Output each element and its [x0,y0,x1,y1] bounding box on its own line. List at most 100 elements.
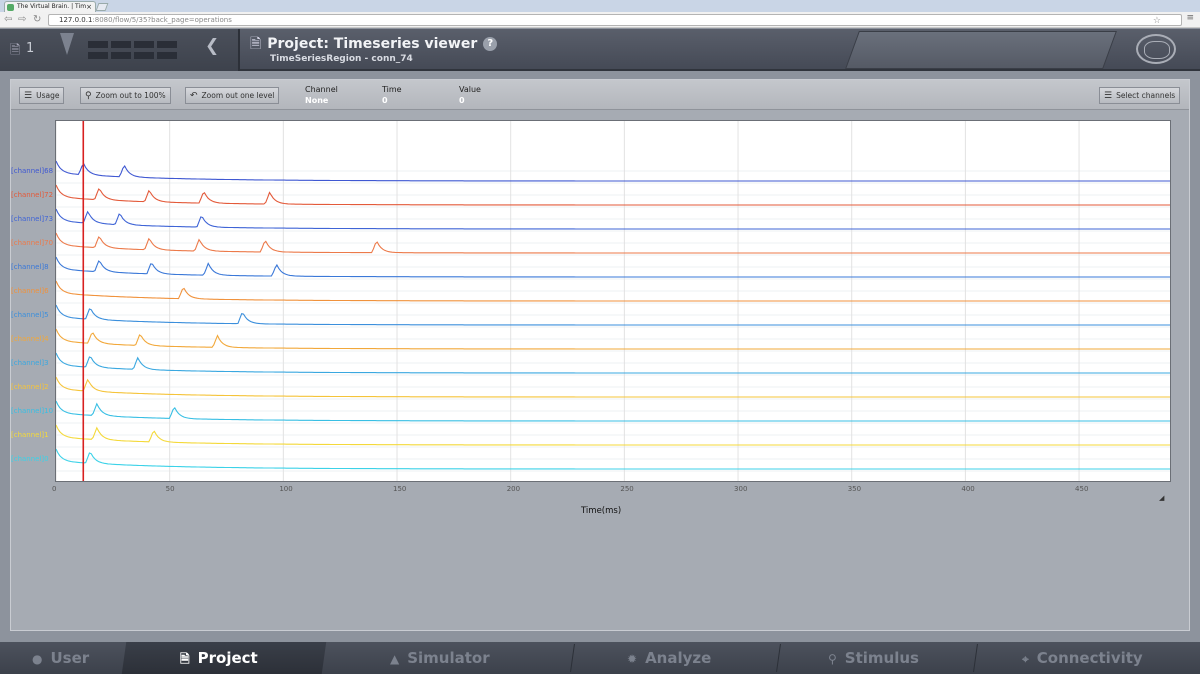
channel-label: [channel]70 [11,239,54,247]
brain-logo-icon[interactable] [1136,34,1176,64]
zoom-icon: ⚲ [85,91,92,101]
channel-label: [channel]6 [11,287,49,295]
connectivity-icon: ⌖ [1022,652,1029,666]
dropdown-indicator-icon[interactable] [60,33,74,55]
nav-user[interactable]: ● User [32,642,89,674]
time-info: Time 0 [382,85,402,105]
app-header: 🗎 1 ❮ 🗎 Project: Timeseries viewer? TimeS… [0,29,1200,71]
usage-label: Usage [36,91,60,100]
browser-tab[interactable]: The Virtual Brain. | Tim × [4,1,96,12]
help-icon[interactable]: ? [483,37,498,51]
browser-nav-bar: ⇦ ⇨ ↻ 127.0.0.1:8080/flow/5/35?back_page… [0,12,1200,28]
nav-user-label: User [50,649,90,667]
channel-label: [channel]72 [11,191,54,199]
nav-connectivity-label: Connectivity [1036,649,1143,667]
nav-connectivity[interactable]: ⌖ Connectivity [1022,642,1143,674]
project-count: 1 [26,41,35,56]
time-title: Time [382,85,402,94]
select-channels-button[interactable]: ☰ Select channels [1099,87,1181,104]
viewer-toolbar: ☰ Usage ⚲ Zoom out to 100% ↶ Zoom out one l… [11,80,1189,110]
header-panel [845,31,1117,69]
usage-button[interactable]: ☰ Usage [19,87,65,104]
channel-label: [channel]3 [11,359,49,367]
browser-menu-icon[interactable]: ≡ [1186,13,1194,23]
nav-divider [776,644,781,672]
channel-label: [channel]68 [11,167,54,175]
channel-label: [channel]10 [11,407,54,415]
resize-handle-icon[interactable]: ◢ [1159,494,1164,502]
project-grid-icon[interactable] [88,41,180,59]
gear-icon: ✹ [627,652,638,666]
select-channels-label: Select channels [1116,91,1176,100]
x-tick-label: 150 [393,485,407,493]
x-tick-label: 200 [506,485,521,493]
list-icon: ☰ [1104,91,1113,101]
document-icon: 🗎 [10,43,21,58]
channel-info: Channel None [305,85,338,105]
page-doc-icon: 🗎 [250,36,262,52]
nav-project[interactable]: 🗎 Project [180,642,258,674]
timeseries-svg[interactable] [55,121,1170,481]
tab-close-icon[interactable]: × [86,2,92,12]
url-path: :8080/flow/5/35?back_page=operations [92,16,232,24]
address-bar[interactable]: 127.0.0.1:8080/flow/5/35?back_page=opera… [48,14,1182,26]
nav-simulator[interactable]: ▲ Simulator [390,642,490,674]
nav-project-label: Project [197,649,258,667]
nav-analyze-label: Analyze [645,649,712,667]
forward-arrow-icon[interactable]: ⇨ [18,14,26,26]
nav-stimulus-label: Stimulus [844,649,919,667]
document-icon: 🗎 [180,652,190,666]
channel-label: [channel]0 [11,455,49,463]
x-axis-title: Time(ms) [581,506,622,516]
value-value: 0 [459,96,465,105]
nav-divider [973,644,978,672]
x-tick-label: 50 [165,485,175,493]
timeseries-plot[interactable] [55,120,1171,482]
nav-stimulus[interactable]: ⚲ Stimulus [828,642,919,674]
channel-label: [channel]1 [11,431,49,439]
flask-icon: ▲ [390,652,400,666]
x-tick-label: 250 [620,485,634,493]
nav-analyze[interactable]: ✹ Analyze [627,642,711,674]
bottom-nav: ● User 🗎 Project ▲ Simulator ✹ Analyze ⚲ Stim… [0,642,1200,674]
project-switcher: 🗎 1 ❮ [0,29,240,71]
x-tick-label: 350 [847,485,862,493]
x-tick-label: 300 [734,485,748,493]
viewer-panel: ☰ Usage ⚲ Zoom out to 100% ↶ Zoom out one l… [10,79,1190,631]
page-title-text: Project: Timeseries viewer [267,36,478,52]
channel-label: [channel]5 [11,311,49,319]
channel-label: [channel]8 [11,263,49,271]
value-title: Value [459,85,481,94]
browser-tab-title: The Virtual Brain. | Tim [17,3,87,10]
back-arrow-icon[interactable]: ❮ [205,36,219,56]
x-tick-label: 100 [279,485,293,493]
undo-icon: ↶ [190,91,198,101]
user-icon: ● [32,652,43,666]
url-host: 127.0.0.1 [59,16,93,24]
time-value: 0 [382,96,388,105]
favicon-icon [7,4,14,11]
x-tick-label: 450 [1075,485,1089,493]
list-icon: ☰ [24,91,33,101]
location-pin-icon: ⚲ [828,652,837,666]
zoom-out-100-label: Zoom out to 100% [95,91,166,100]
x-tick-label: 400 [961,485,975,493]
reload-icon[interactable]: ↻ [33,14,41,26]
nav-divider [570,644,575,672]
new-tab-button[interactable] [95,3,109,11]
channel-label: [channel]4 [11,335,49,343]
channel-title: Channel [305,85,338,94]
bookmark-star-icon[interactable]: ☆ [1153,16,1161,26]
page-subtitle: TimeSeriesRegion - conn_74 [270,54,413,64]
value-info: Value 0 [459,85,481,105]
zoom-out-100-button[interactable]: ⚲ Zoom out to 100% [80,87,171,104]
nav-simulator-label: Simulator [407,649,490,667]
browser-tab-bar: The Virtual Brain. | Tim × [0,0,1200,12]
channel-value: None [305,96,329,105]
zoom-out-level-button[interactable]: ↶ Zoom out one level [185,87,280,104]
back-arrow-icon[interactable]: ⇦ [4,14,12,26]
channel-label: [channel]73 [11,215,54,223]
zoom-out-level-label: Zoom out one level [201,91,275,100]
channel-label: [channel]2 [11,383,49,391]
x-tick-label: 0 [52,485,57,493]
